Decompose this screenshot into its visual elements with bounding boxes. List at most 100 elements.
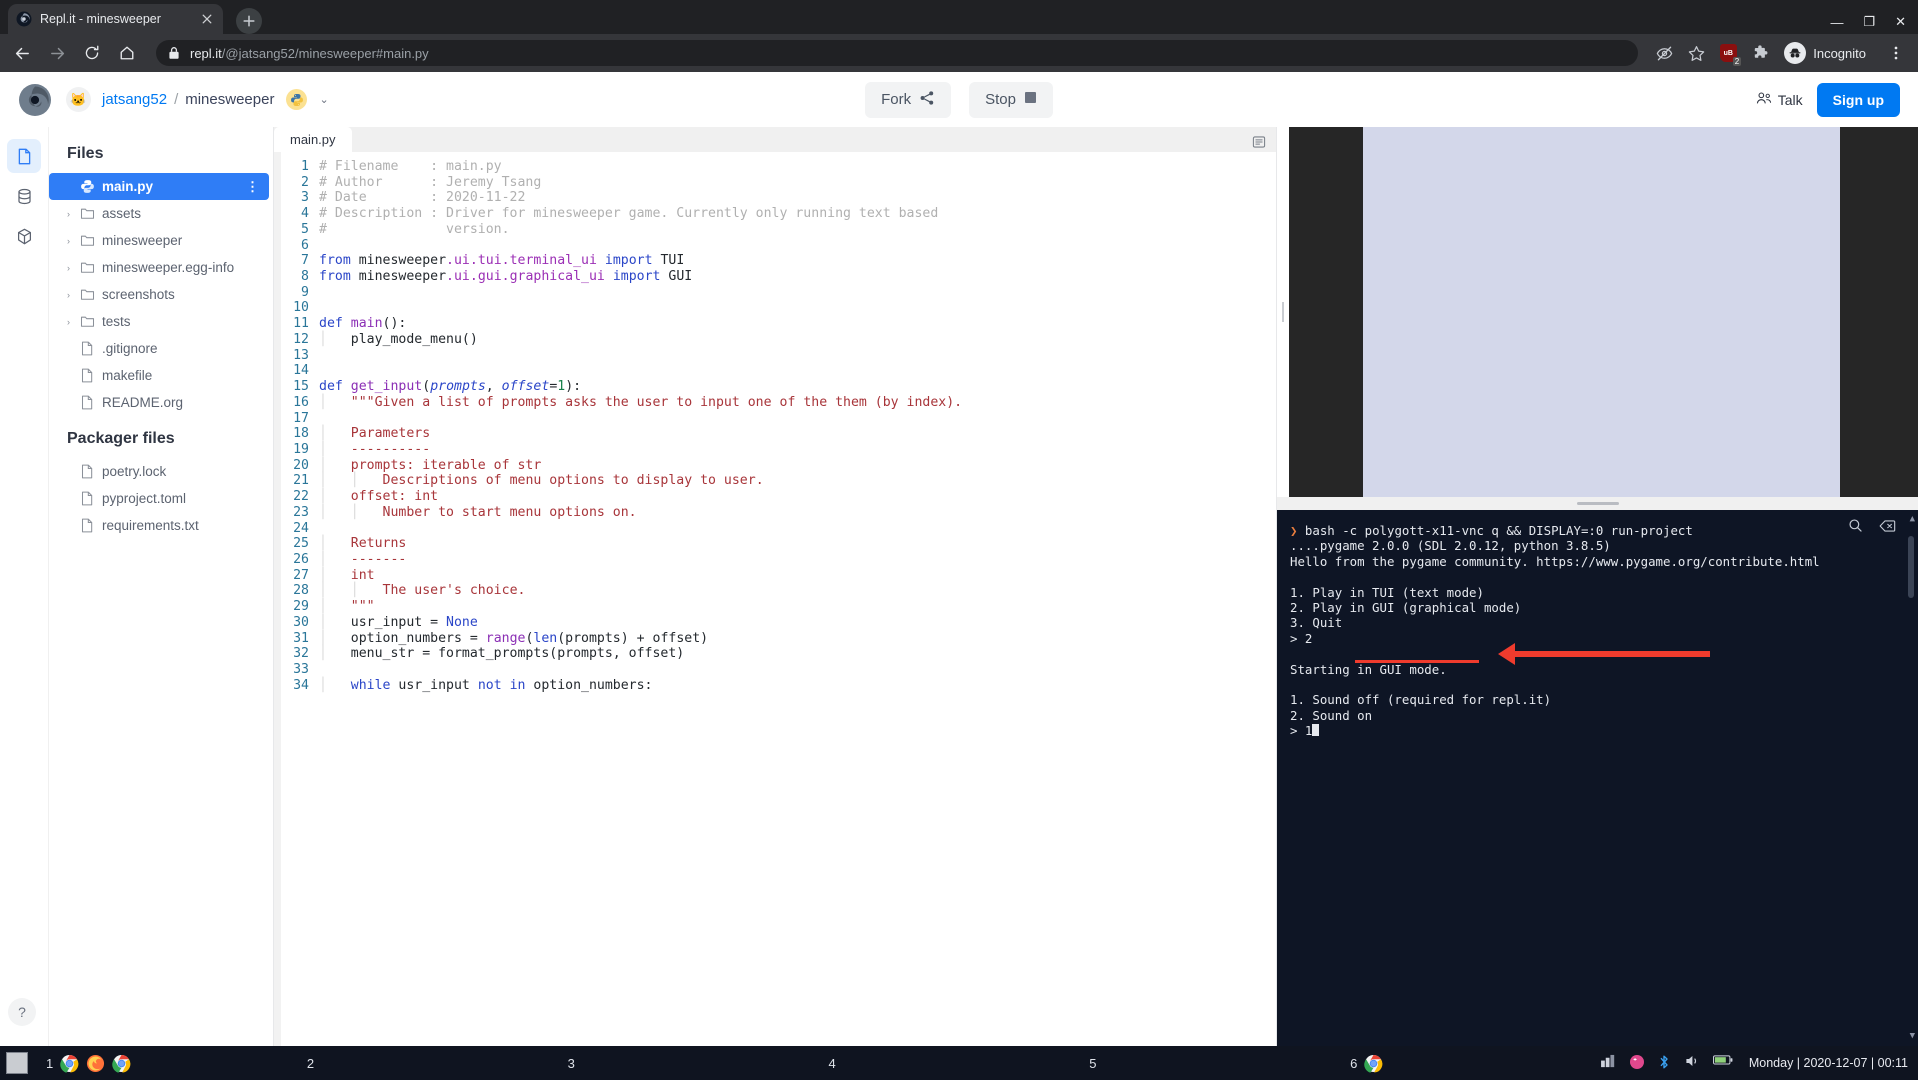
- volume-icon[interactable]: [1685, 1054, 1704, 1073]
- address-bar[interactable]: repl.it/@jatsang52/minesweeper#main.py: [156, 40, 1639, 66]
- code-line[interactable]: # Author : Jeremy Tsang: [319, 175, 962, 191]
- chevron-right-icon[interactable]: ›: [67, 209, 80, 219]
- workspace-button-4[interactable]: 4: [818, 1046, 1079, 1080]
- file-row[interactable]: README.org: [49, 389, 273, 416]
- code-line[interactable]: │ while usr_input not in option_numbers:: [319, 678, 962, 694]
- chrome-icon[interactable]: [60, 1054, 79, 1073]
- file-options-kebab-icon[interactable]: ⋮: [246, 179, 260, 195]
- code-line[interactable]: # Description : Driver for minesweeper g…: [319, 206, 962, 222]
- code-line[interactable]: │ -------: [319, 552, 962, 568]
- workspace-button-3[interactable]: 3: [558, 1046, 819, 1080]
- code-line[interactable]: # Date : 2020-11-22: [319, 190, 962, 206]
- taskbar-clock[interactable]: Monday | 2020-12-07 | 00:11: [1741, 1056, 1908, 1070]
- code-line[interactable]: from minesweeper.ui.tui.terminal_ui impo…: [319, 253, 962, 269]
- chevron-right-icon[interactable]: ›: [67, 263, 80, 273]
- browser-tab[interactable]: Repl.it - minesweeper: [8, 4, 223, 34]
- code-line[interactable]: def main():: [319, 316, 962, 332]
- stop-button[interactable]: Stop: [969, 81, 1053, 118]
- code-line[interactable]: from minesweeper.ui.gui.graphical_ui imp…: [319, 269, 962, 285]
- editor-settings-icon[interactable]: [1252, 135, 1266, 152]
- file-row[interactable]: › minesweeper: [49, 227, 273, 254]
- workspace-button-6[interactable]: 6: [1340, 1046, 1601, 1080]
- code-line[interactable]: │ offset: int: [319, 489, 962, 505]
- code-line[interactable]: │ Parameters: [319, 426, 962, 442]
- vnc-drag-handle[interactable]: [1277, 127, 1289, 497]
- file-row-selected[interactable]: main.py ⋮: [49, 173, 269, 200]
- home-button[interactable]: [113, 39, 141, 67]
- code-line[interactable]: [319, 285, 962, 301]
- vnc-canvas[interactable]: [1363, 127, 1840, 497]
- file-row[interactable]: .gitignore: [49, 335, 273, 362]
- code-line[interactable]: │ play_mode_menu(): [319, 332, 962, 348]
- minimize-button[interactable]: —: [1830, 15, 1843, 30]
- code-line[interactable]: [319, 363, 962, 379]
- code-line[interactable]: [319, 300, 962, 316]
- avatar[interactable]: 🐱: [66, 87, 91, 112]
- breadcrumb-user[interactable]: jatsang52: [102, 91, 167, 108]
- workspace-button-1[interactable]: 1: [36, 1046, 297, 1080]
- incognito-indicator[interactable]: Incognito: [1780, 39, 1878, 67]
- code-line[interactable]: │ │ The user's choice.: [319, 583, 962, 599]
- file-row[interactable]: › screenshots: [49, 281, 273, 308]
- scroll-down-icon[interactable]: ▼: [1910, 1029, 1915, 1044]
- code-lines[interactable]: # Filename : main.py # Author : Jeremy Ts…: [319, 159, 962, 1046]
- code-line[interactable]: def get_input(prompts, offset=1):: [319, 379, 962, 395]
- sign-up-button[interactable]: Sign up: [1816, 82, 1900, 117]
- code-line[interactable]: │ menu_str = format_prompts(prompts, off…: [319, 646, 962, 662]
- code-line[interactable]: │ """: [319, 599, 962, 615]
- chevron-down-icon[interactable]: ⌄: [319, 93, 328, 106]
- code-line[interactable]: │ │ Number to start menu options on.: [319, 505, 962, 521]
- fork-button[interactable]: Fork: [865, 81, 952, 118]
- replit-logo-icon[interactable]: [18, 83, 52, 117]
- network-icon[interactable]: [1600, 1054, 1620, 1073]
- code-line[interactable]: [319, 411, 962, 427]
- clear-console-icon[interactable]: [1879, 519, 1896, 536]
- sidebar-item-database[interactable]: [7, 179, 41, 213]
- talk-button[interactable]: Talk: [1756, 90, 1803, 109]
- code-line[interactable]: │ ----------: [319, 442, 962, 458]
- code-line[interactable]: [319, 348, 962, 364]
- code-line[interactable]: # version.: [319, 222, 962, 238]
- tracking-protection-icon[interactable]: [1650, 39, 1678, 67]
- bluetooth-icon[interactable]: [1657, 1054, 1676, 1073]
- code-line[interactable]: │ usr_input = None: [319, 615, 962, 631]
- code-line[interactable]: │ Returns: [319, 536, 962, 552]
- breadcrumb-repl-name[interactable]: minesweeper: [185, 91, 274, 108]
- close-window-button[interactable]: ✕: [1895, 14, 1906, 30]
- vnc-screen[interactable]: [1289, 127, 1918, 497]
- sidebar-item-packages[interactable]: [7, 219, 41, 253]
- close-icon[interactable]: [199, 11, 215, 27]
- vnc-viewer[interactable]: [1277, 127, 1918, 497]
- console-scrollbar-thumb[interactable]: [1908, 536, 1914, 598]
- file-row[interactable]: makefile: [49, 362, 273, 389]
- file-row[interactable]: › tests: [49, 308, 273, 335]
- forward-button[interactable]: [43, 39, 71, 67]
- chevron-right-icon[interactable]: ›: [67, 236, 80, 246]
- dropbox-icon[interactable]: [1629, 1054, 1648, 1073]
- firefox-icon[interactable]: [86, 1054, 105, 1073]
- chrome-icon[interactable]: [1364, 1054, 1383, 1073]
- code-line[interactable]: │ prompts: iterable of str: [319, 458, 962, 474]
- code-line[interactable]: [319, 521, 962, 537]
- sidebar-item-files[interactable]: [7, 139, 41, 173]
- workspace-button-2[interactable]: 2: [297, 1046, 558, 1080]
- code-editor[interactable]: 1 2 3 4 5 6 7 8 9 10 11 12 13 14 15 16 17 18 19 20 21 22 23 24 2…: [274, 152, 1276, 1046]
- code-line[interactable]: │ │ Descriptions of menu options to disp…: [319, 473, 962, 489]
- file-row[interactable]: requirements.txt: [49, 512, 273, 539]
- browser-menu-icon[interactable]: [1882, 39, 1910, 67]
- code-line[interactable]: # Filename : main.py: [319, 159, 962, 175]
- pane-resize-handle[interactable]: [1277, 497, 1918, 510]
- workspace-button-5[interactable]: 5: [1079, 1046, 1340, 1080]
- file-row[interactable]: › minesweeper.egg-info: [49, 254, 273, 281]
- editor-tab-main-py[interactable]: main.py: [274, 127, 352, 152]
- code-line[interactable]: │ option_numbers = range(len(prompts) + …: [319, 631, 962, 647]
- scroll-up-icon[interactable]: ▲: [1910, 512, 1915, 527]
- extensions-puzzle-icon[interactable]: [1746, 39, 1774, 67]
- ublock-origin-icon[interactable]: uB 2: [1714, 39, 1742, 67]
- search-icon[interactable]: [1848, 518, 1863, 536]
- file-row[interactable]: › assets: [49, 200, 273, 227]
- code-line[interactable]: │ int: [319, 568, 962, 584]
- reload-button[interactable]: [78, 39, 106, 67]
- console-scrollbar[interactable]: ▲ ▼: [1908, 510, 1916, 1046]
- code-line[interactable]: [319, 238, 962, 254]
